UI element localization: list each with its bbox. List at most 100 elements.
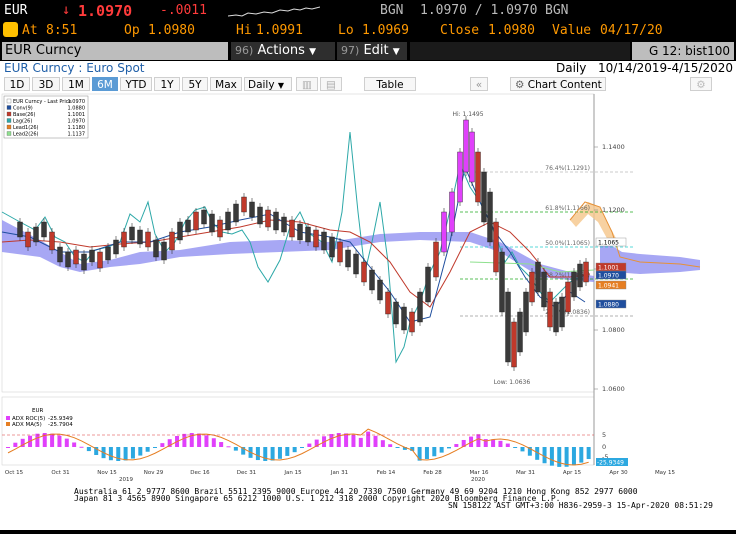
chart-content-button[interactable]: ⚙ Chart Content — [510, 77, 606, 91]
open-label: Op — [124, 23, 140, 38]
x-tick-label: May 15 — [655, 470, 676, 476]
candle-body — [65, 251, 71, 268]
osc-legend-swatch — [6, 422, 10, 426]
candle-body — [105, 246, 111, 261]
x-tick-label: Apr 15 — [563, 470, 582, 476]
legend-value: 1.0970 — [68, 99, 86, 105]
osc-bar — [292, 447, 297, 453]
range-max[interactable]: Max — [210, 77, 242, 91]
chevron-down-icon: ▼ — [309, 47, 316, 57]
fib-label: 76.4%(1.1291) — [545, 165, 590, 172]
legend-label: Lead1(26) — [13, 125, 39, 131]
x-tick-label: Mar 31 — [516, 470, 535, 476]
actions-menu[interactable]: 96) Actions ▼ — [231, 42, 335, 60]
osc-bar — [447, 447, 451, 449]
bid-ask: 1.0970 / 1.0970 — [420, 3, 538, 18]
interval-select[interactable]: Daily ▼ — [244, 77, 292, 91]
bar-chart-icon[interactable]: ▥ — [296, 77, 318, 91]
candle-body — [201, 209, 207, 225]
candle-body — [329, 236, 335, 258]
osc-bar — [204, 435, 209, 447]
osc-bar — [72, 442, 77, 447]
candle-body — [153, 239, 159, 258]
range-3d[interactable]: 3D — [32, 77, 60, 91]
osc-bar — [491, 439, 496, 447]
range-1d[interactable]: 1D — [4, 77, 30, 91]
at-label: At — [22, 23, 38, 38]
candle-body — [433, 241, 439, 278]
range-5y[interactable]: 5Y — [182, 77, 208, 91]
price-label: 1.0880 — [598, 302, 619, 309]
candle-body — [469, 131, 475, 183]
osc-bar — [520, 447, 525, 452]
hi-label: Hi — [236, 23, 252, 38]
close-label: Close — [440, 23, 480, 38]
legend-swatch — [6, 131, 12, 136]
candle-body — [499, 251, 505, 313]
candle-body — [169, 231, 175, 251]
price-label: 1.0941 — [598, 283, 619, 290]
legend-swatch — [6, 105, 12, 110]
fib-label: 50.0%(1.1065) — [545, 240, 590, 247]
candle-body — [481, 171, 487, 223]
candle-body — [417, 291, 423, 323]
candle-body — [265, 209, 271, 228]
candle-chart-icon[interactable]: ▤ — [320, 77, 342, 91]
command-divider — [410, 42, 630, 60]
command-bar: EUR Curncy 96) Actions ▼ 97) Edit ▼ G 12… — [0, 41, 736, 61]
candle-body — [377, 279, 383, 301]
osc-bar — [586, 447, 591, 460]
range-1y[interactable]: 1Y — [154, 77, 180, 91]
range-ytd[interactable]: YTD — [120, 77, 152, 91]
osc-bar — [123, 447, 128, 461]
sparkline — [228, 6, 320, 17]
osc-bar — [358, 437, 363, 447]
candle-body — [121, 231, 127, 248]
edit-label: Edit — [363, 43, 389, 58]
candle-body — [547, 291, 553, 328]
osc-bar — [219, 442, 224, 447]
osc-bar — [307, 443, 312, 447]
legend-label: Base(26) — [13, 112, 35, 118]
osc-bar — [329, 434, 334, 447]
range-6m[interactable]: 6M — [92, 77, 118, 91]
legend-value: 1.1001 — [68, 112, 86, 118]
osc-bar — [505, 443, 510, 447]
legend-value: 1.0970 — [68, 119, 86, 125]
range-1m[interactable]: 1M — [62, 77, 90, 91]
ichimoku-chart: 76.4%(1.1291)61.8%(1.1166)50.0%(1.1065)3… — [1, 93, 701, 483]
osc-bar — [549, 447, 554, 466]
candle-body — [193, 211, 199, 231]
osc-bar — [579, 447, 584, 463]
edit-num: 97) — [341, 44, 360, 57]
candle-body — [177, 221, 183, 241]
quote-bar: EUR ↓ 1.0970 -.0011 BGN 1.0970 / 1.0970 … — [0, 0, 736, 42]
close-value: 1.0980 — [488, 23, 535, 38]
security-field[interactable]: EUR Curncy — [2, 42, 228, 60]
osc-bar — [542, 447, 547, 464]
settings-icon[interactable]: ⚙ — [690, 77, 712, 91]
legend-value: 1.1137 — [68, 132, 86, 138]
edit-menu[interactable]: 97) Edit ▼ — [337, 42, 407, 60]
osc-bar — [197, 433, 202, 447]
osc-bar — [13, 442, 18, 447]
actions-label: Actions — [257, 43, 305, 58]
osc-bar — [395, 447, 400, 448]
candle-body — [161, 241, 167, 261]
source: BGN — [380, 3, 404, 18]
candle-body — [353, 253, 359, 275]
source2: BGN — [545, 3, 569, 18]
collapse-icon[interactable]: « — [470, 77, 488, 91]
chart-area[interactable]: 76.4%(1.1291) 61.8%(1.1166) 50.0%(1.1065) 3… — [0, 92, 736, 530]
candle-body — [441, 211, 447, 253]
osc-bar — [160, 443, 165, 447]
candle-body — [345, 249, 351, 268]
candle-body — [553, 301, 559, 333]
osc-bar — [424, 447, 429, 460]
chart-period: Daily — [556, 61, 587, 75]
launchpad-group[interactable]: G 12: bist100 — [632, 42, 734, 60]
candle-body — [321, 231, 327, 251]
table-button[interactable]: Table — [364, 77, 416, 91]
x-tick-label: Dec 16 — [190, 470, 210, 476]
osc-bar — [255, 447, 260, 461]
